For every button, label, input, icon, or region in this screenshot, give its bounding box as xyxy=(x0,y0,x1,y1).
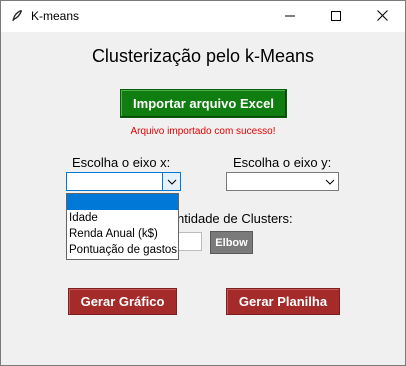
window-title: K-means xyxy=(31,9,80,23)
dropdown-option-renda-anual[interactable]: Renda Anual (k$) xyxy=(67,226,178,242)
feather-icon xyxy=(10,9,24,23)
generate-spreadsheet-button[interactable]: Gerar Planilha xyxy=(226,288,340,315)
x-axis-select[interactable] xyxy=(66,172,181,191)
close-icon xyxy=(376,8,388,26)
app-window: K-means Clusterização pelo k-Means Impor… xyxy=(0,0,406,366)
dropdown-option-blank[interactable] xyxy=(67,194,178,210)
minimize-button[interactable] xyxy=(267,1,313,32)
dropdown-option-pontuacao-gastos[interactable]: Pontuação de gastos xyxy=(67,242,178,258)
y-axis-select[interactable] xyxy=(226,172,339,191)
chevron-down-icon[interactable] xyxy=(162,173,180,190)
page-title: Clusterização pelo k-Means xyxy=(91,46,315,66)
maximize-button[interactable] xyxy=(313,1,359,32)
generate-chart-button[interactable]: Gerar Gráfico xyxy=(68,288,177,315)
dropdown-option-idade[interactable]: Idade xyxy=(67,210,178,226)
title-bar[interactable]: K-means xyxy=(1,1,405,32)
y-axis-label: Escolha o eixo y: xyxy=(233,155,332,170)
status-message: Arquivo importado com sucesso! xyxy=(130,126,276,137)
clusters-label: ntidade de Clusters: xyxy=(177,211,293,226)
clusters-input[interactable] xyxy=(177,232,202,251)
x-axis-label: Escolha o eixo x: xyxy=(72,155,171,170)
maximize-icon xyxy=(331,8,341,26)
minimize-icon xyxy=(285,8,295,26)
chevron-down-icon[interactable] xyxy=(321,173,338,190)
close-button[interactable] xyxy=(359,1,405,32)
import-excel-button[interactable]: Importar arquivo Excel xyxy=(120,89,287,118)
elbow-button[interactable]: Elbow xyxy=(210,231,253,254)
x-axis-dropdown-list[interactable]: Idade Renda Anual (k$) Pontuação de gast… xyxy=(66,193,179,260)
